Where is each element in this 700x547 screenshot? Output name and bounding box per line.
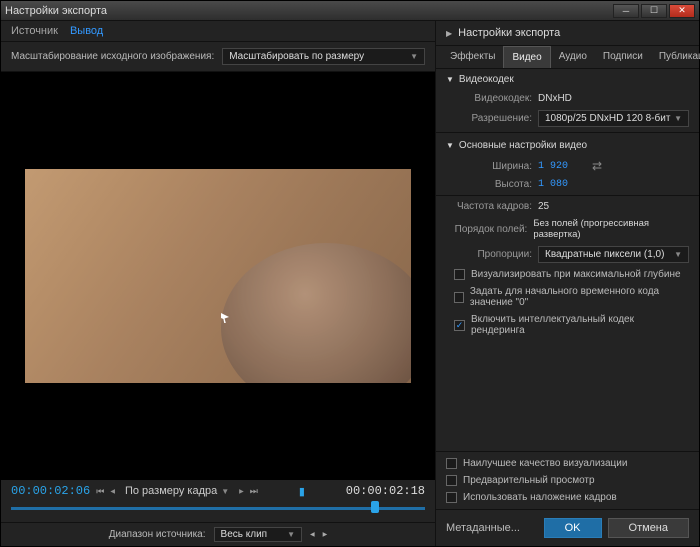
- window-title: Настройки экспорта: [5, 5, 107, 17]
- lbl-fps: Частота кадров:: [454, 201, 532, 212]
- val-width[interactable]: 1 920: [538, 161, 568, 172]
- lbl-maxquality: Наилучшее качество визуализации: [463, 458, 627, 469]
- step-back-far-icon[interactable]: ⏮: [96, 486, 104, 497]
- chk-maxquality[interactable]: [446, 458, 457, 469]
- lbl-smart: Включить интеллектуальный кодек рендерин…: [471, 314, 689, 336]
- lbl-frameblend: Использовать наложение кадров: [463, 492, 617, 503]
- zoom-fit-dropdown[interactable]: По размеру кадра ▼: [121, 484, 233, 498]
- lbl-fields: Порядок полей:: [454, 224, 527, 235]
- rtab-effects[interactable]: Эффекты: [442, 46, 503, 68]
- aspect-dropdown[interactable]: Квадратные пиксели (1,0) ▼: [538, 246, 689, 263]
- chevron-down-icon: ▼: [221, 487, 229, 496]
- step-back-icon[interactable]: ◀: [110, 488, 115, 495]
- lbl-width: Ширина:: [454, 161, 532, 172]
- rtab-publish[interactable]: Публикация: [651, 46, 700, 68]
- preview-image: [25, 169, 411, 383]
- chevron-right-icon[interactable]: ▶: [446, 29, 452, 38]
- lbl-aspect: Пропорции:: [454, 249, 532, 260]
- playhead[interactable]: [371, 501, 379, 513]
- lbl-preview: Предварительный просмотр: [463, 475, 595, 486]
- range-dropdown[interactable]: Весь клип ▼: [214, 527, 302, 542]
- tab-source[interactable]: Источник: [11, 25, 58, 37]
- twirl-down-icon[interactable]: ▼: [446, 75, 454, 84]
- twirl-down-icon[interactable]: ▼: [446, 141, 454, 150]
- export-settings-window: Настройки экспорта ─ ☐ ✕ Источник Вывод …: [0, 0, 700, 547]
- chk-smart[interactable]: ✓: [454, 320, 465, 331]
- chevron-down-icon: ▼: [410, 52, 418, 61]
- step-fwd-far-icon[interactable]: ⏭: [250, 486, 258, 497]
- val-aspect: Квадратные пиксели (1,0): [545, 249, 664, 260]
- timeline-slider[interactable]: [11, 502, 425, 514]
- range-value: Весь клип: [221, 529, 268, 540]
- preview-viewport: [1, 72, 435, 480]
- step-left-icon[interactable]: ◀: [310, 531, 315, 538]
- scale-dropdown[interactable]: Масштабировать по размеру ▼: [222, 48, 425, 65]
- val-fields: Без полей (прогрессивная развертка): [533, 218, 689, 240]
- marker-icon[interactable]: ▮: [299, 485, 305, 498]
- val-fps: 25: [538, 201, 549, 212]
- lbl-resolution: Разрешение:: [454, 113, 532, 124]
- link-icon[interactable]: ⇄: [592, 159, 602, 173]
- resolution-dropdown[interactable]: 1080p/25 DNxHD 120 8-бит ▼: [538, 110, 689, 127]
- minimize-button[interactable]: ─: [613, 4, 639, 18]
- val-resolution: 1080p/25 DNxHD 120 8-бит: [545, 113, 670, 124]
- rtab-video[interactable]: Видео: [503, 46, 550, 68]
- lbl-codec: Видеокодек:: [454, 93, 532, 104]
- range-label: Диапазон источника:: [109, 529, 206, 540]
- val-height[interactable]: 1 080: [538, 179, 568, 190]
- ok-button[interactable]: OK: [544, 518, 602, 538]
- tab-output[interactable]: Вывод: [70, 25, 103, 37]
- chevron-down-icon: ▼: [287, 530, 295, 539]
- chk-frameblend[interactable]: [446, 492, 457, 503]
- chk-preview[interactable]: [446, 475, 457, 486]
- timecode-in[interactable]: 00:00:02:06: [11, 484, 90, 498]
- chk-maxdepth[interactable]: [454, 269, 465, 280]
- section-export-settings: Настройки экспорта: [458, 27, 560, 39]
- lbl-height: Высота:: [454, 179, 532, 190]
- scale-value: Масштабировать по размеру: [229, 51, 364, 62]
- scale-label: Масштабирование исходного изображения:: [11, 51, 214, 62]
- rtab-audio[interactable]: Аудио: [551, 46, 595, 68]
- val-codec: DNxHD: [538, 93, 572, 104]
- titlebar: Настройки экспорта ─ ☐ ✕: [1, 1, 699, 21]
- step-fwd-icon[interactable]: ▶: [239, 488, 244, 495]
- metadata-link[interactable]: Метаданные...: [446, 522, 520, 534]
- timecode-out[interactable]: 00:00:02:18: [346, 484, 425, 498]
- chevron-down-icon: ▼: [674, 114, 682, 123]
- rtab-captions[interactable]: Подписи: [595, 46, 651, 68]
- chk-starttc[interactable]: [454, 292, 464, 303]
- group-codec: Видеокодек: [459, 74, 514, 85]
- zoom-fit-label: По размеру кадра: [125, 485, 217, 497]
- lbl-starttc: Задать для начального временного кода зн…: [470, 286, 689, 308]
- maximize-button[interactable]: ☐: [641, 4, 667, 18]
- lbl-maxdepth: Визуализировать при максимальной глубине: [471, 269, 681, 280]
- close-button[interactable]: ✕: [669, 4, 695, 18]
- group-basic: Основные настройки видео: [459, 140, 587, 151]
- preview-pane: Источник Вывод Масштабирование исходного…: [1, 21, 436, 546]
- cancel-button[interactable]: Отмена: [608, 518, 689, 538]
- settings-pane: ▶ Настройки экспорта Эффекты Видео Аудио…: [436, 21, 699, 546]
- step-right-icon[interactable]: ▶: [323, 531, 328, 538]
- chevron-down-icon: ▼: [674, 250, 682, 259]
